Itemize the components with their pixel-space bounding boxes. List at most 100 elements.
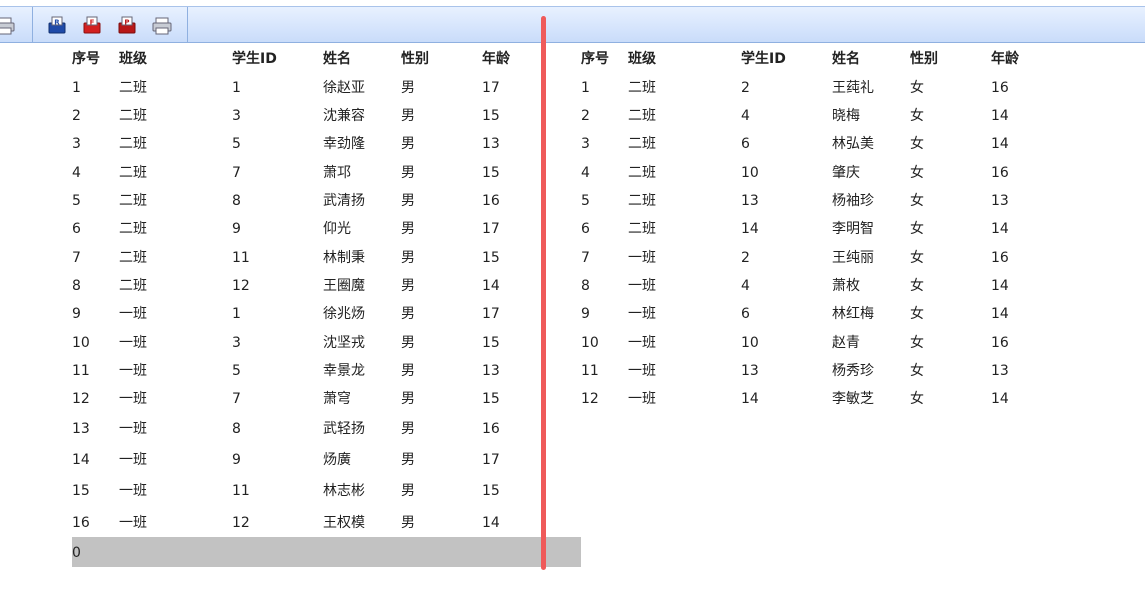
cell-name: 王圈魔 — [323, 278, 365, 294]
header-gender: 性别 — [401, 51, 429, 67]
cell-name: 王莼礼 — [832, 80, 874, 96]
cell-age: 16 — [991, 335, 1009, 351]
toolbar-group-1 — [0, 7, 33, 43]
cell-age: 14 — [482, 278, 500, 294]
cell-age: 14 — [991, 221, 1009, 237]
cell-class: 一班 — [119, 483, 147, 499]
export-p-button[interactable]: P — [116, 15, 138, 37]
export-f-button[interactable]: F — [81, 15, 103, 37]
cell-student-id: 1 — [232, 306, 241, 322]
cell-gender: 女 — [910, 80, 924, 96]
cell-seq: 9 — [581, 306, 590, 322]
pane-splitter[interactable] — [541, 16, 546, 570]
cell-seq: 4 — [581, 165, 590, 181]
cell-gender: 男 — [401, 421, 415, 437]
cell-gender: 女 — [910, 221, 924, 237]
print-icon — [152, 17, 172, 35]
export-f-icon: F — [83, 16, 101, 34]
cell-name: 仰光 — [323, 221, 351, 237]
cell-seq: 11 — [581, 363, 599, 379]
cell-gender: 男 — [401, 250, 415, 266]
header-age: 年龄 — [482, 51, 510, 67]
cell-class: 二班 — [628, 108, 656, 124]
header-class: 班级 — [628, 51, 656, 67]
cell-gender: 男 — [401, 452, 415, 468]
cell-name: 王权模 — [323, 515, 365, 531]
cell-seq: 5 — [72, 193, 81, 209]
cell-gender: 男 — [401, 391, 415, 407]
cell-gender: 女 — [910, 335, 924, 351]
cell-seq: 10 — [72, 335, 90, 351]
cell-name: 杨秀珍 — [832, 363, 874, 379]
cell-class: 一班 — [628, 278, 656, 294]
cell-name: 萧枚 — [832, 278, 860, 294]
cell-class: 一班 — [119, 452, 147, 468]
cell-gender: 男 — [401, 136, 415, 152]
cell-class: 二班 — [119, 108, 147, 124]
cell-class: 一班 — [119, 391, 147, 407]
cell-age: 15 — [482, 335, 500, 351]
left-summary-row: 0 — [72, 537, 581, 567]
cell-student-id: 5 — [232, 136, 241, 152]
export-p-letter: P — [124, 19, 129, 27]
cell-gender: 女 — [910, 108, 924, 124]
cell-seq: 1 — [72, 80, 81, 96]
print-preview-button[interactable] — [151, 15, 173, 37]
cell-name: 王纯丽 — [832, 250, 874, 266]
cell-gender: 女 — [910, 278, 924, 294]
cell-age: 15 — [482, 165, 500, 181]
cell-gender: 男 — [401, 483, 415, 499]
cell-name: 林红梅 — [832, 306, 874, 322]
cell-name: 武清扬 — [323, 193, 365, 209]
cell-student-id: 2 — [741, 80, 750, 96]
cell-class: 二班 — [119, 193, 147, 209]
cell-gender: 男 — [401, 221, 415, 237]
cell-name: 幸劲隆 — [323, 136, 365, 152]
cell-name: 炀廣 — [323, 452, 351, 468]
cell-gender: 男 — [401, 306, 415, 322]
cell-name: 徐赵亚 — [323, 80, 365, 96]
cell-seq: 8 — [72, 278, 81, 294]
cell-student-id: 9 — [232, 221, 241, 237]
cell-student-id: 5 — [232, 363, 241, 379]
print-icon — [0, 17, 15, 35]
cell-student-id: 10 — [741, 165, 759, 181]
cell-seq: 5 — [581, 193, 590, 209]
cell-student-id: 1 — [232, 80, 241, 96]
cell-age: 16 — [482, 193, 500, 209]
print-button[interactable] — [0, 15, 16, 37]
cell-class: 一班 — [119, 306, 147, 322]
cell-student-id: 10 — [741, 335, 759, 351]
cell-seq: 1 — [581, 80, 590, 96]
cell-class: 一班 — [628, 391, 656, 407]
export-r-button[interactable]: R — [46, 15, 68, 37]
cell-name: 晓梅 — [832, 108, 860, 124]
cell-student-id: 2 — [741, 250, 750, 266]
cell-student-id: 4 — [741, 278, 750, 294]
cell-age: 16 — [482, 421, 500, 437]
cell-class: 一班 — [119, 363, 147, 379]
cell-class: 二班 — [119, 221, 147, 237]
cell-name: 萧穹 — [323, 391, 351, 407]
header-student-id: 学生ID — [741, 51, 786, 67]
cell-student-id: 12 — [232, 515, 250, 531]
cell-name: 李敏芝 — [832, 391, 874, 407]
cell-student-id: 8 — [232, 193, 241, 209]
cell-seq: 13 — [72, 421, 90, 437]
cell-name: 李明智 — [832, 221, 874, 237]
cell-class: 一班 — [119, 515, 147, 531]
cell-name: 林弘美 — [832, 136, 874, 152]
cell-name: 武轻扬 — [323, 421, 365, 437]
cell-class: 二班 — [119, 250, 147, 266]
cell-age: 13 — [991, 193, 1009, 209]
cell-student-id: 13 — [741, 363, 759, 379]
cell-student-id: 7 — [232, 391, 241, 407]
cell-student-id: 14 — [741, 391, 759, 407]
summary-value: 0 — [72, 545, 81, 561]
header-student-id: 学生ID — [232, 51, 277, 67]
cell-seq: 3 — [72, 136, 81, 152]
export-r-letter: R — [54, 19, 60, 27]
cell-gender: 男 — [401, 278, 415, 294]
cell-student-id: 3 — [232, 335, 241, 351]
cell-seq: 9 — [72, 306, 81, 322]
